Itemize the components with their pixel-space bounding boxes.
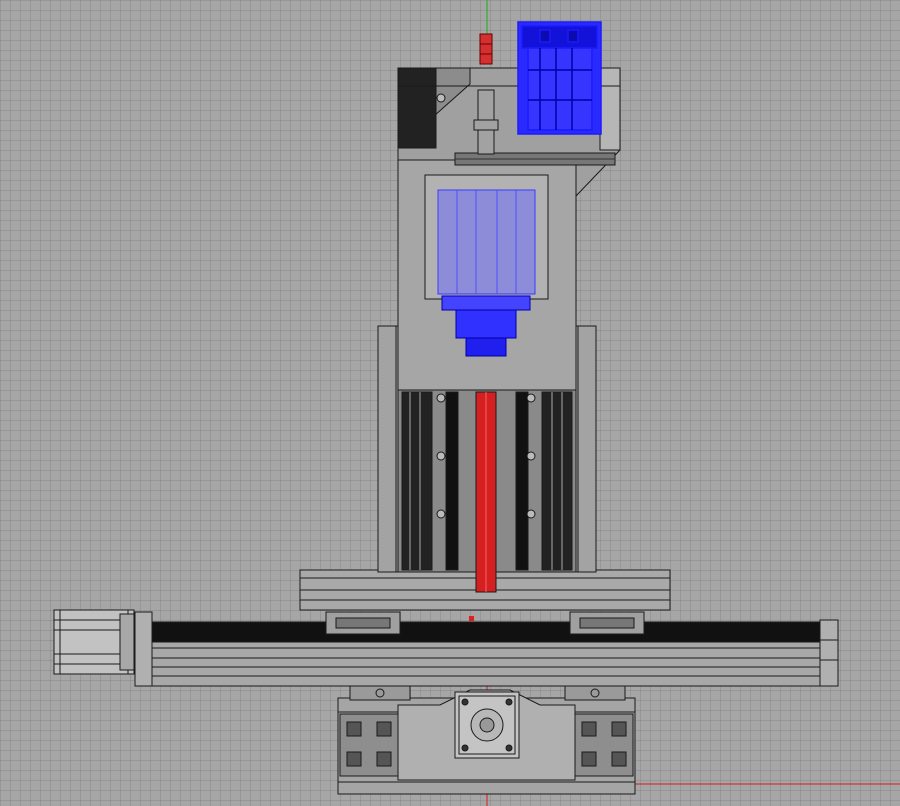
x-axis-rail[interactable] bbox=[134, 611, 839, 687]
cad-viewport[interactable] bbox=[0, 0, 900, 806]
cad-wireframe-drawing[interactable] bbox=[0, 0, 900, 806]
spindle-motor[interactable] bbox=[517, 21, 602, 135]
z-ballscrew[interactable] bbox=[475, 391, 497, 593]
spindle-tool-tip bbox=[479, 33, 493, 65]
y-stepper-motor[interactable] bbox=[454, 691, 520, 759]
axis-origin-marker bbox=[469, 616, 474, 621]
x-stepper-motor[interactable] bbox=[53, 609, 135, 675]
